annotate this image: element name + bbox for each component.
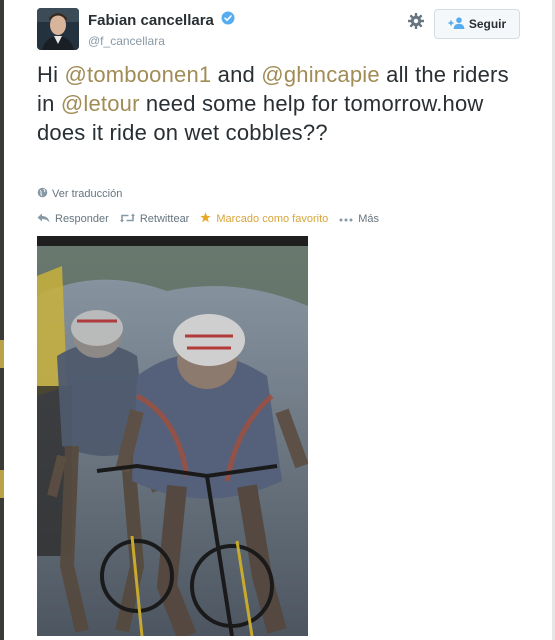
retweet-label: Retwittear [139,213,190,225]
user-info: Fabian cancellara @f_cancellara [88,11,235,48]
display-name[interactable]: Fabian cancellara [88,12,214,29]
more-button[interactable]: Más [339,213,379,225]
follow-button[interactable]: Seguir [434,9,520,39]
tweet-header: Fabian cancellara @f_cancellara Seguir [37,8,527,50]
tweet-card: Fabian cancellara @f_cancellara Seguir H… [4,0,552,640]
tweet-actions: Responder Retwittear Marcado como favori… [37,212,390,226]
globe-icon [37,187,48,201]
tweet-text: Hi @tomboonen1 and @ghincapie all the ri… [37,60,517,147]
translate-link[interactable]: Ver traducción [37,187,122,201]
avatar[interactable] [37,8,79,50]
more-dots-icon [339,213,353,225]
mention-link[interactable]: @tomboonen1 [65,62,212,87]
mention-link[interactable]: @letour [61,91,140,116]
tweet-text-segment: Hi [37,62,65,87]
tweet-photo[interactable] [37,236,308,636]
reply-label: Responder [55,213,109,225]
retweet-button[interactable]: Retwittear [119,213,190,226]
mention-link[interactable]: @ghincapie [261,62,380,87]
reply-icon [37,213,50,226]
more-label: Más [358,213,380,225]
retweet-icon [119,213,135,226]
verified-badge-icon [221,11,235,30]
user-handle[interactable]: @f_cancellara [88,34,235,48]
gear-icon[interactable] [407,12,425,30]
add-user-icon [448,16,465,32]
favorite-label: Marcado como favorito [216,213,329,225]
follow-button-label: Seguir [468,17,507,31]
reply-button[interactable]: Responder [37,213,109,226]
tweet-text-segment: and [211,62,262,87]
translate-label: Ver traducción [52,188,123,200]
favorite-button[interactable]: Marcado como favorito [200,212,328,226]
star-icon [200,212,212,226]
